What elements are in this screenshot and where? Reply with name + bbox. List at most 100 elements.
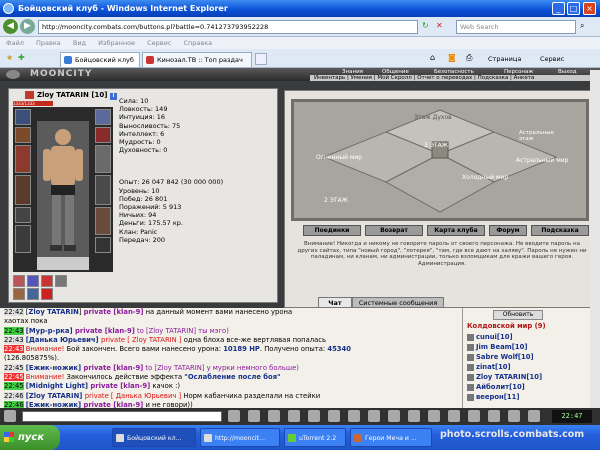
chat-timestamp[interactable]: 22:43 [4, 335, 24, 344]
belt-slot-icon[interactable] [15, 207, 31, 223]
legs-slot-icon[interactable] [95, 207, 111, 235]
nav-transfers[interactable]: Отчет о переводах [417, 75, 472, 81]
minimize-button[interactable]: _ [552, 2, 565, 15]
page-scrollbar[interactable] [590, 70, 600, 408]
chat-timestamp[interactable]: 22:46 [4, 400, 24, 408]
ring-slot-icon[interactable] [95, 127, 111, 143]
close-button[interactable]: × [583, 2, 596, 15]
menu-tools[interactable]: Сервис [147, 39, 171, 47]
boots-slot-icon[interactable] [95, 237, 111, 253]
clear-icon[interactable] [248, 410, 260, 422]
go-icon[interactable]: ↻ [422, 21, 429, 30]
tab-fight-club[interactable]: Бойцовский клуб [60, 52, 140, 67]
chat-timestamp[interactable]: 22:45 [4, 382, 24, 391]
shield-slot-icon[interactable] [95, 145, 111, 173]
chat-nick[interactable]: "Ослабление после боя" [184, 373, 280, 381]
print-icon[interactable]: ⎙ [466, 53, 472, 63]
user-name[interactable]: веерон[11] [476, 393, 519, 401]
club-map-button[interactable]: Карта клуба [427, 225, 485, 236]
user-list-item[interactable]: Sabre Wolf[10] [467, 352, 597, 362]
nav-skills[interactable]: Умения [351, 75, 372, 81]
forward-icon[interactable]: ▶ [20, 19, 35, 34]
nav-profile[interactable]: Анкета [514, 75, 535, 81]
map-label[interactable]: 2 ЭТАЖ [324, 197, 348, 204]
chat-mode-icon[interactable] [4, 410, 16, 422]
task-fight-club[interactable]: Бойцовский кл... [112, 428, 196, 447]
chat-timestamp[interactable]: 22:45 [4, 373, 24, 382]
task-heroes[interactable]: Герои Меча и ... [350, 428, 432, 447]
tab-chat[interactable]: Чат [318, 297, 352, 308]
menu-help[interactable]: Справка [184, 39, 213, 47]
armor-slot-icon[interactable] [15, 175, 31, 205]
filter-icon[interactable] [288, 410, 300, 422]
forum-button[interactable]: Форум [489, 225, 527, 236]
user-name[interactable]: cunui[10] [476, 333, 513, 341]
book-icon[interactable] [528, 410, 540, 422]
chat-nick[interactable]: 10189 HP [223, 345, 260, 353]
user-list-item[interactable]: веерон[11] [467, 392, 597, 402]
back-icon[interactable]: ◀ [3, 19, 18, 34]
map-label[interactable]: Астральные этаж [519, 130, 569, 142]
user-list-item[interactable]: Айболит[10] [467, 382, 597, 392]
hint-button[interactable]: Подсказка [531, 225, 589, 236]
offhand-slot-icon[interactable] [95, 175, 111, 205]
tools-menu[interactable]: Сервис [540, 52, 564, 66]
effect-icon[interactable] [41, 275, 53, 287]
search-input[interactable]: Web Search [456, 20, 576, 34]
duels-button[interactable]: Поединки [303, 225, 361, 236]
map-label[interactable]: Огненный мир [316, 154, 362, 161]
nav-my-scroll[interactable]: Мой Скролл [377, 75, 411, 81]
return-button[interactable]: Возврат [365, 225, 423, 236]
nav-inventory[interactable]: Инвентарь [314, 75, 345, 81]
task-utorrent[interactable]: uTorrent 2.2 [284, 428, 346, 447]
list-icon[interactable] [488, 410, 500, 422]
user-list-item[interactable]: cunui[10] [467, 332, 597, 342]
chat-nick[interactable]: Zloy TATARIN [28, 308, 78, 316]
favorites-star-icon[interactable]: ★ [6, 53, 13, 62]
user-name[interactable]: Zloy TATARIN[10] [476, 373, 542, 381]
weapon-slot-icon[interactable] [15, 145, 31, 173]
character-name[interactable]: Zloy TATARIN [10] i [37, 91, 117, 100]
user-list-item[interactable]: zinat[10] [467, 362, 597, 372]
info-icon[interactable]: i [109, 93, 117, 100]
page-menu[interactable]: Страница [488, 52, 521, 66]
scroll-icon[interactable] [428, 410, 440, 422]
helmet-slot-icon[interactable] [15, 109, 31, 125]
smiles-icon[interactable] [268, 410, 280, 422]
chat-nick[interactable]: [Мур-р-рка] [26, 327, 75, 335]
sound-icon[interactable] [328, 410, 340, 422]
nav-hint[interactable]: Подсказка [478, 75, 509, 81]
map-label[interactable]: 3 ЭТАЖ [424, 142, 448, 149]
chat-timestamp[interactable]: 22:46 [4, 391, 24, 400]
home-icon[interactable]: ⌂ [430, 53, 435, 62]
map-label[interactable]: Астральный мир [516, 157, 568, 164]
chat-nick[interactable]: [Ежик-ножик] [26, 401, 84, 408]
menu-edit[interactable]: Правка [36, 39, 61, 47]
tab-kinozal[interactable]: Кинозал.ТВ :: Топ раздач [142, 52, 252, 67]
amulet-slot-icon[interactable] [15, 127, 31, 143]
chat-timestamp[interactable]: 22:43 [4, 326, 24, 335]
chat-nick[interactable]: [Данька Юрьевич] [26, 336, 101, 344]
chat-input[interactable] [22, 411, 222, 422]
send-icon[interactable] [228, 410, 240, 422]
chat-timestamp[interactable]: 22:42 [4, 308, 24, 316]
maximize-button[interactable]: □ [567, 2, 580, 15]
task-mooncity[interactable]: http://mooncit... [200, 428, 280, 447]
battle-icon[interactable] [408, 410, 420, 422]
add-favorites-icon[interactable]: ✚ [18, 53, 25, 62]
earrings-slot-icon[interactable] [95, 109, 111, 125]
translit-icon[interactable] [348, 410, 360, 422]
chat-nick[interactable]: [Midnight Light] [26, 382, 91, 390]
lock-icon[interactable] [388, 410, 400, 422]
user-name[interactable]: Айболит[10] [476, 383, 525, 391]
speed-icon[interactable] [368, 410, 380, 422]
chat-nick[interactable]: [Zloy TATARIN] [26, 392, 85, 400]
settings-icon[interactable] [308, 410, 320, 422]
search-icon[interactable]: ⌕ [580, 21, 584, 31]
start-button[interactable]: пуск [0, 425, 60, 450]
chat-timestamp[interactable]: 22:43 [4, 345, 24, 354]
user-icon[interactable] [508, 410, 520, 422]
refresh-button[interactable]: Обновить [493, 310, 543, 320]
effect-icon[interactable] [55, 275, 67, 287]
menu-favorites[interactable]: Избранное [98, 39, 135, 47]
